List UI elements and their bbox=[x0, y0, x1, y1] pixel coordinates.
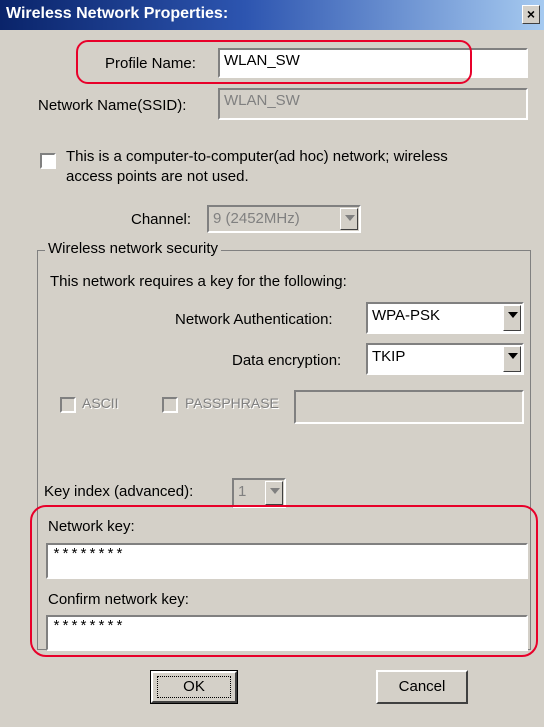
network-key-highlight bbox=[30, 505, 538, 657]
channel-select[interactable]: 9 (2452MHz) bbox=[207, 205, 361, 233]
window-title: Wireless Network Properties: bbox=[6, 5, 229, 22]
adhoc-checkbox[interactable] bbox=[40, 153, 56, 169]
ok-button[interactable]: OK bbox=[150, 670, 238, 704]
ssid-label: Network Name(SSID): bbox=[38, 97, 187, 114]
chevron-down-icon bbox=[265, 481, 283, 505]
key-index-label: Key index (advanced): bbox=[44, 483, 194, 500]
ssid-input[interactable]: WLAN_SW bbox=[218, 88, 528, 120]
passphrase-checkbox[interactable] bbox=[162, 397, 178, 413]
close-button[interactable]: × bbox=[522, 5, 540, 24]
channel-label: Channel: bbox=[131, 211, 192, 228]
adhoc-label-line1: This is a computer-to-computer(ad hoc) n… bbox=[66, 148, 448, 165]
ok-button-label: OK bbox=[157, 676, 231, 698]
profile-name-highlight bbox=[76, 40, 472, 84]
auth-value: WPA-PSK bbox=[372, 307, 441, 324]
security-intro-text: This network requires a key for the foll… bbox=[50, 273, 347, 290]
chevron-down-icon bbox=[503, 346, 521, 372]
encryption-label: Data encryption: bbox=[232, 352, 342, 369]
close-icon: × bbox=[526, 6, 536, 22]
auth-label: Network Authentication: bbox=[175, 311, 333, 328]
title-bar[interactable]: Wireless Network Properties: × bbox=[0, 0, 544, 30]
chevron-down-icon bbox=[340, 208, 358, 230]
security-legend: Wireless network security bbox=[45, 240, 222, 257]
cancel-button[interactable]: Cancel bbox=[376, 670, 468, 704]
wireless-network-properties-dialog: Wireless Network Properties: × Profile N… bbox=[0, 0, 544, 727]
ascii-label: ASCII bbox=[82, 395, 119, 411]
key-index-select[interactable]: 1 bbox=[232, 478, 286, 508]
encryption-value: TKIP bbox=[372, 348, 406, 365]
passphrase-label: PASSPHRASE bbox=[185, 395, 279, 411]
ascii-checkbox[interactable] bbox=[60, 397, 76, 413]
passphrase-input[interactable] bbox=[294, 390, 524, 424]
key-index-value: 1 bbox=[238, 483, 247, 500]
adhoc-label-line2: access points are not used. bbox=[66, 168, 249, 185]
encryption-select[interactable]: TKIP bbox=[366, 343, 524, 375]
channel-value: 9 (2452MHz) bbox=[213, 210, 300, 227]
chevron-down-icon bbox=[503, 305, 521, 331]
auth-select[interactable]: WPA-PSK bbox=[366, 302, 524, 334]
